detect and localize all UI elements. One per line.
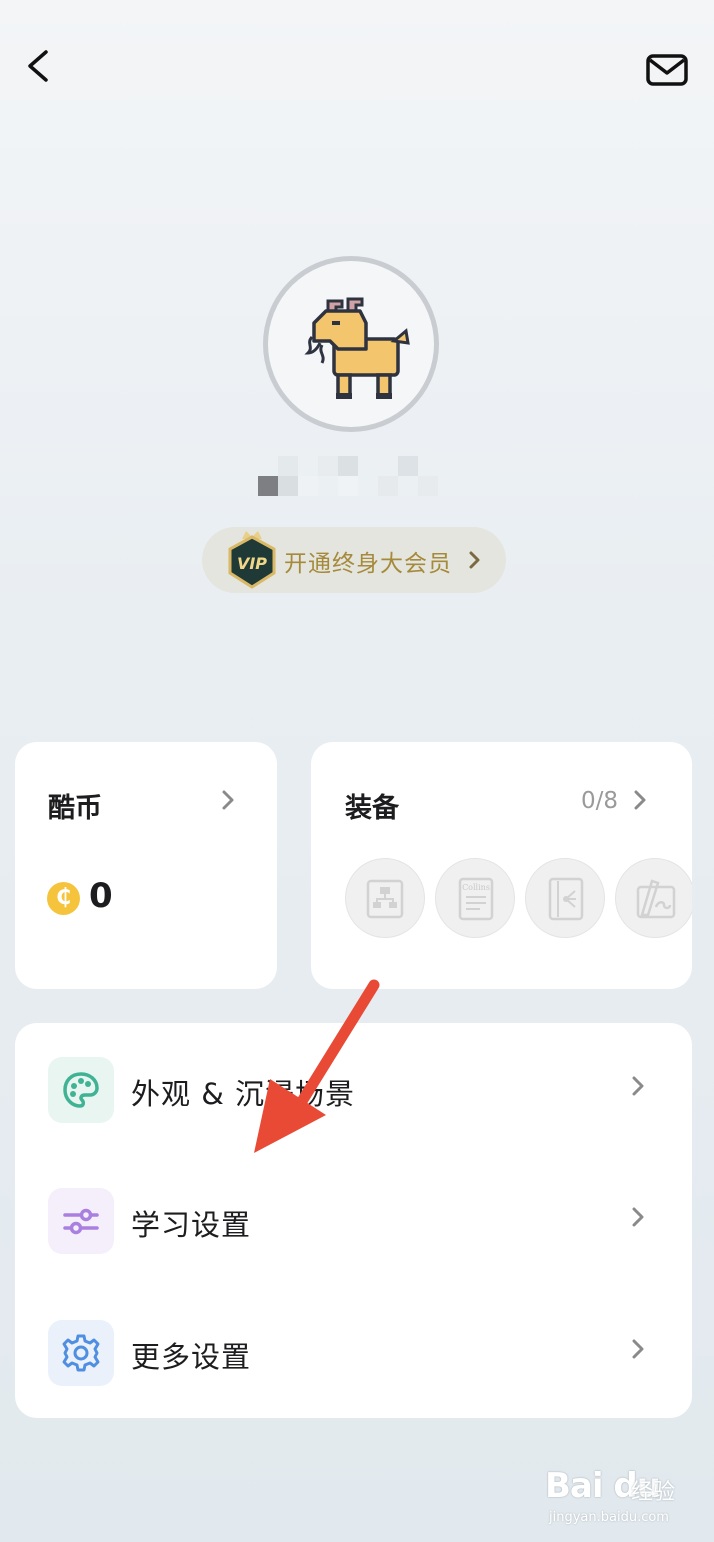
equipment-card-title: 装备 [345, 793, 399, 824]
annotation-arrow [254, 979, 380, 1153]
coin-balance: 0 [89, 876, 113, 916]
mail-icon [646, 54, 688, 86]
study-settings-row[interactable]: 学习设置 [15, 1166, 692, 1276]
baidu-jingyan-watermark: Bai du 经验 jingyan.baidu.com [545, 1460, 705, 1530]
equipment-card[interactable]: 装备 0/8 Collins [311, 742, 692, 989]
vip-upgrade-button[interactable]: VIP 开通终身大会员 [202, 527, 506, 593]
back-button[interactable] [22, 44, 62, 88]
coin-card-title: 酷币 [48, 793, 102, 824]
chevron-right-icon [634, 790, 646, 810]
collins-dictionary-icon: Collins [458, 877, 494, 921]
more-settings-row[interactable]: 更多设置 [15, 1298, 692, 1408]
mail-button[interactable] [642, 48, 694, 92]
chevron-right-icon [632, 1207, 644, 1227]
palette-icon-tile [48, 1057, 114, 1123]
equipment-count: 0/8 [581, 788, 619, 814]
chevron-left-icon [28, 50, 48, 82]
equipment-slot[interactable]: Collins [435, 858, 515, 938]
coin-card[interactable]: 酷币 ₵ 0 [15, 742, 277, 989]
more-settings-label: 更多设置 [131, 1340, 252, 1374]
branch-book-icon [548, 877, 584, 921]
palette-icon [63, 1072, 99, 1108]
equipment-slot[interactable] [525, 858, 605, 938]
sliders-icon-tile [48, 1188, 114, 1254]
coin-icon: ₵ [47, 882, 80, 915]
sliders-icon [63, 1208, 99, 1235]
mindmap-icon [366, 879, 404, 919]
chevron-right-icon [632, 1076, 644, 1096]
watermark-url: jingyan.baidu.com [549, 1510, 669, 1525]
equipment-slot[interactable] [345, 858, 425, 938]
avatar[interactable] [263, 256, 439, 432]
chevron-right-icon [222, 790, 234, 810]
watermark-brand: 经验 [631, 1480, 676, 1505]
svg-text:Collins: Collins [462, 883, 490, 892]
chevron-right-icon [469, 551, 480, 569]
study-settings-label: 学习设置 [131, 1208, 252, 1242]
equipment-slot[interactable] [615, 858, 692, 938]
svg-text:VIP: VIP [237, 554, 267, 573]
gear-icon-tile [48, 1320, 114, 1386]
goat-avatar-icon [304, 297, 410, 399]
chevron-right-icon [632, 1339, 644, 1359]
vip-badge-icon: VIP [228, 531, 276, 589]
handwriting-icon [636, 879, 676, 919]
username-masked [258, 456, 438, 496]
gear-icon [62, 1334, 100, 1372]
vip-label: 开通终身大会员 [284, 551, 452, 577]
